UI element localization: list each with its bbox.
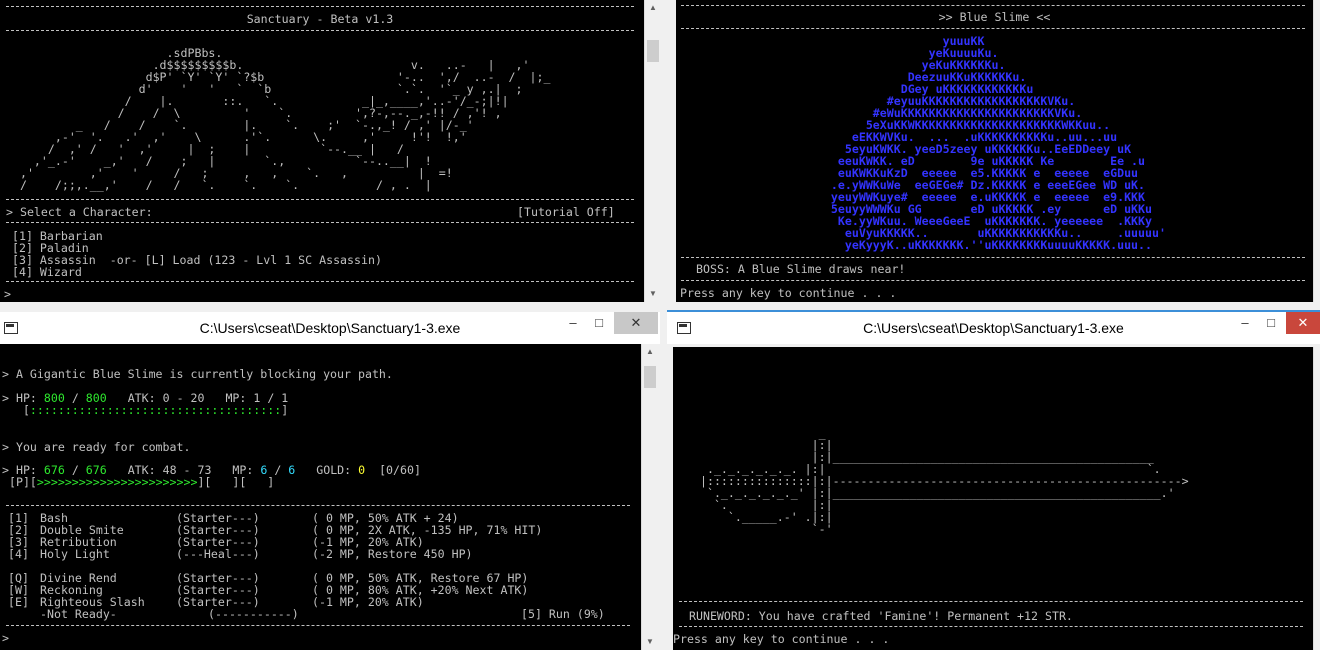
divider bbox=[6, 222, 634, 223]
skill-row[interactable]: [4] Holy Light (---Heal---) (-2 MP, Restore… bbox=[8, 548, 542, 560]
divider bbox=[679, 601, 1303, 602]
skill-key: [4] bbox=[8, 547, 29, 561]
skill-list: [1] Bash (Starter---)( 0 MP, 50% ATK + 24)… bbox=[8, 512, 542, 608]
skill-desc: (-1 MP, 20% ATK) bbox=[312, 595, 424, 609]
scrollbar-top-right[interactable] bbox=[1313, 0, 1320, 302]
titlebar-bottom-left[interactable]: C:\Users\cseat\Desktop\Sanctuary1-3.exe … bbox=[0, 312, 660, 344]
titlebar-bottom-right[interactable]: C:\Users\cseat\Desktop\Sanctuary1-3.exe … bbox=[667, 312, 1320, 344]
ready-message: > You are ready for combat. bbox=[2, 440, 191, 454]
select-character-label: > Select a Character: bbox=[6, 205, 153, 219]
divider bbox=[681, 280, 1305, 281]
bar-suffix: ][ ][ ] bbox=[197, 475, 275, 489]
divider bbox=[6, 30, 634, 31]
divider bbox=[6, 625, 630, 626]
continue-prompt[interactable]: Press any key to continue . . . bbox=[673, 633, 889, 645]
console-top-left[interactable]: Sanctuary - Beta v1.3 .sdPBbs. .d$$$$$$$… bbox=[0, 0, 644, 302]
scroll-down-icon[interactable]: ▼ bbox=[645, 286, 661, 302]
sword-ascii-art: _ |:| |:|_______________________________… bbox=[699, 426, 1189, 536]
xp-progress: [0/60] bbox=[379, 463, 421, 477]
skill-desc: (-2 MP, Restore 450 HP) bbox=[312, 547, 473, 561]
bar-bracket: [ bbox=[2, 403, 30, 417]
scroll-up-icon[interactable]: ▲ bbox=[645, 0, 661, 16]
enemy-message: > A Gigantic Blue Slime is currently blo… bbox=[2, 367, 393, 381]
menu-item-wizard[interactable]: [4] Wizard bbox=[12, 266, 382, 278]
divider bbox=[6, 6, 634, 7]
close-icon[interactable]: ✕ bbox=[1286, 312, 1320, 334]
player-mp-separator: / bbox=[274, 463, 282, 477]
character-menu: [1] Barbarian [2] Paladin [3] Assassin -… bbox=[12, 230, 382, 278]
divider bbox=[679, 626, 1303, 627]
close-icon[interactable]: ✕ bbox=[614, 312, 658, 334]
maximize-icon[interactable]: □ bbox=[1264, 312, 1278, 334]
tutorial-toggle[interactable]: [Tutorial Off] bbox=[517, 206, 615, 218]
not-ready-label: -Not Ready- bbox=[40, 607, 117, 621]
window-title: C:\Users\cseat\Desktop\Sanctuary1-3.exe bbox=[863, 320, 1124, 336]
screen-title: >> Blue Slime << bbox=[938, 10, 1051, 24]
input-prompt[interactable]: > bbox=[2, 632, 9, 644]
scrollbar-bottom-left[interactable]: ▲ ▼ bbox=[641, 344, 658, 650]
landscape-ascii-art: .sdPBbs. .d$$$$$$$$$b. v. ..- | ,' d$P' … bbox=[19, 46, 551, 192]
skill-key: [E] bbox=[8, 595, 29, 609]
bar-bracket: ] bbox=[281, 403, 289, 417]
divider bbox=[6, 199, 634, 200]
screen-title: Sanctuary - Beta v1.3 bbox=[246, 12, 394, 26]
input-prompt[interactable]: > bbox=[4, 288, 11, 300]
window-title: C:\Users\cseat\Desktop\Sanctuary1-3.exe bbox=[199, 320, 461, 336]
divider bbox=[681, 257, 1305, 258]
divider bbox=[681, 5, 1305, 6]
boss-message: BOSS: A Blue Slime draws near! bbox=[696, 262, 906, 276]
skill-tag: (---Heal---) bbox=[176, 547, 260, 561]
blue-slime-ascii-art: yuuuKK yeKuuuuKu. yeKuKKKKKKu. DeezuuKKu… bbox=[830, 34, 1166, 252]
not-ready-tag: (-----------) bbox=[208, 607, 299, 621]
bar-prefix: [P][ bbox=[2, 475, 37, 489]
gold-label: GOLD: bbox=[316, 463, 352, 477]
player-resource-bar: [P][>>>>>>>>>>>>>>>>>>>>>>>][ ][ ] bbox=[2, 476, 274, 488]
player-bar-fill: >>>>>>>>>>>>>>>>>>>>>>> bbox=[36, 475, 198, 489]
minimize-icon[interactable]: – bbox=[566, 312, 580, 334]
console-top-right[interactable]: >> Blue Slime << yuuuKK yeKuuuuKu. yeKuK… bbox=[676, 0, 1313, 302]
divider bbox=[681, 28, 1305, 29]
skill-name: Holy Light bbox=[40, 547, 110, 561]
continue-prompt[interactable]: Press any key to continue . . . bbox=[680, 287, 896, 299]
console-bottom-right[interactable]: _ |:| |:|_______________________________… bbox=[673, 347, 1313, 650]
scroll-thumb[interactable] bbox=[647, 40, 659, 62]
divider bbox=[6, 505, 630, 506]
scroll-thumb[interactable] bbox=[644, 366, 656, 388]
player-mp-max: 6 bbox=[288, 463, 296, 477]
minimize-icon[interactable]: – bbox=[1238, 312, 1252, 334]
enemy-hp-bar: [::::::::::::::::::::::::::::::::::::] bbox=[2, 404, 288, 416]
runeword-message: RUNEWORD: You have crafted 'Famine'! Per… bbox=[689, 609, 1073, 623]
gold-value: 0 bbox=[358, 463, 366, 477]
maximize-icon[interactable]: □ bbox=[592, 312, 606, 334]
divider bbox=[6, 281, 634, 282]
scrollbar-top-left[interactable]: ▲ ▼ bbox=[644, 0, 661, 302]
not-ready-row: -Not Ready- (-----------) bbox=[8, 608, 299, 620]
run-option[interactable]: [5] Run (9%) bbox=[521, 608, 605, 620]
console-bottom-left[interactable]: > A Gigantic Blue Slime is currently blo… bbox=[0, 344, 641, 650]
scrollbar-bottom-right[interactable] bbox=[1313, 347, 1320, 650]
scroll-up-icon[interactable]: ▲ bbox=[642, 344, 658, 360]
scroll-down-icon[interactable]: ▼ bbox=[642, 634, 658, 650]
enemy-hp-bar-fill: :::::::::::::::::::::::::::::::::::: bbox=[29, 403, 282, 417]
